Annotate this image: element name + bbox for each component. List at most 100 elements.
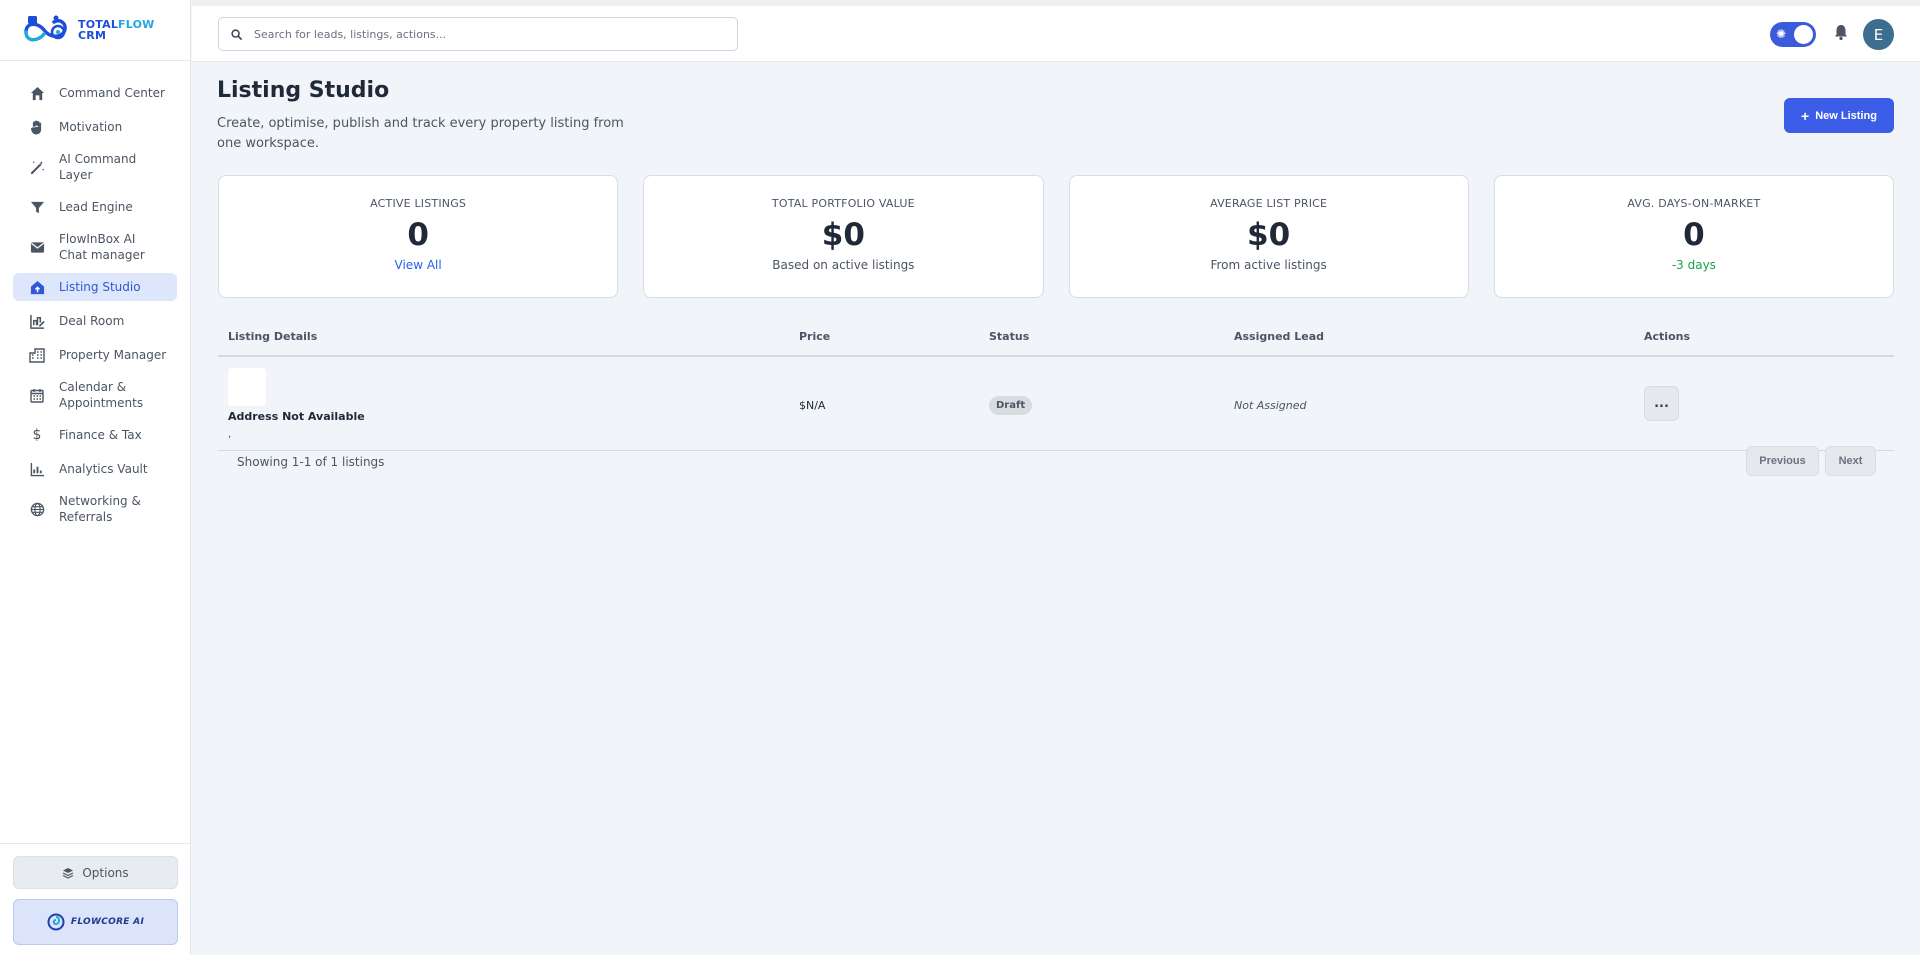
listing-thumbnail — [228, 368, 266, 406]
listing-details-cell: Address Not Available , — [218, 368, 799, 440]
stat-card-days-on-market: AVG. DAYS-ON-MARKET 0 -3 days — [1493, 175, 1894, 298]
stat-label: ACTIVE LISTINGS — [370, 197, 467, 210]
globe-icon — [29, 501, 45, 517]
sidebar-item-label: Deal Room — [59, 314, 125, 328]
chart-icon — [29, 461, 45, 477]
sidebar-item-label: Networking & Referrals — [59, 494, 141, 524]
previous-page-button[interactable]: Previous — [1746, 446, 1819, 476]
user-avatar[interactable]: E — [1863, 19, 1894, 50]
sidebar: TOTALFLOW CRM Command Center Motivation … — [0, 0, 191, 955]
stat-value: $0 — [821, 217, 865, 253]
new-listing-button[interactable]: + New Listing — [1784, 98, 1894, 133]
flowcore-ai-button[interactable]: FLOWCORE AI — [13, 899, 178, 945]
brand-line2: CRM — [78, 29, 107, 42]
sidebar-item-finance-tax[interactable]: $ Finance & Tax — [13, 421, 177, 449]
sidebar-item-label: AI Command Layer — [59, 152, 137, 182]
totalflow-logo-icon — [24, 15, 67, 42]
stat-label: AVG. DAYS-ON-MARKET — [1627, 197, 1761, 210]
stat-footnote: Based on active listings — [772, 258, 915, 272]
pagination-summary: Showing 1-1 of 1 listings — [237, 455, 385, 469]
stat-card-average-price: AVERAGE LIST PRICE $0 From active listin… — [1068, 175, 1469, 298]
column-header-actions: Actions — [1644, 330, 1690, 343]
sidebar-item-label: Listing Studio — [59, 280, 141, 294]
sidebar-item-label: Analytics Vault — [59, 462, 148, 476]
new-listing-label: New Listing — [1815, 109, 1877, 122]
search-box[interactable] — [218, 17, 738, 51]
brand-line1b: FLOW — [118, 18, 155, 31]
theme-toggle[interactable]: ✺ — [1770, 22, 1816, 47]
table-row[interactable]: Address Not Available , $N/A Draft Not A… — [218, 357, 1894, 451]
stat-value: 0 — [407, 217, 429, 253]
building-icon — [29, 347, 45, 363]
pagination: Showing 1-1 of 1 listings Previous Next — [218, 445, 1894, 479]
sidebar-item-listing-studio[interactable]: Listing Studio — [13, 273, 177, 301]
options-button[interactable]: Options — [13, 856, 178, 889]
mail-icon — [29, 239, 45, 255]
deal-icon — [29, 313, 45, 329]
listings-table: Listing Details Price Status Assigned Le… — [218, 318, 1894, 451]
top-bar: ✺ E — [192, 0, 1920, 62]
row-actions-button[interactable]: ... — [1644, 386, 1679, 421]
sidebar-item-label: Lead Engine — [59, 200, 133, 214]
brand-logo[interactable]: TOTALFLOW CRM — [0, 0, 190, 61]
column-header-listing-details[interactable]: Listing Details — [218, 330, 799, 343]
sidebar-item-label: Finance & Tax — [59, 428, 142, 442]
sidebar-item-networking[interactable]: Networking & Referrals — [13, 489, 177, 529]
view-all-link[interactable]: View All — [395, 258, 442, 272]
stat-value: 0 — [1683, 217, 1705, 253]
stat-label: AVERAGE LIST PRICE — [1210, 197, 1328, 210]
sidebar-nav: Command Center Motivation AI Command Lay… — [0, 61, 190, 529]
listing-address-line2: , — [228, 429, 232, 440]
toggle-knob — [1794, 25, 1813, 44]
sidebar-item-label: FlowInBox AI Chat manager — [59, 232, 145, 262]
brand-name: TOTALFLOW CRM — [78, 19, 154, 41]
sidebar-item-deal-room[interactable]: Deal Room — [13, 307, 177, 335]
notification-bell-icon[interactable] — [1832, 23, 1852, 43]
sidebar-item-label: Motivation — [59, 120, 123, 134]
search-input[interactable] — [254, 27, 734, 41]
column-header-price[interactable]: Price — [799, 330, 989, 343]
next-page-button[interactable]: Next — [1825, 446, 1876, 476]
page-subtitle: Create, optimise, publish and track ever… — [217, 116, 624, 151]
stat-footnote: From active listings — [1210, 258, 1327, 272]
sidebar-item-motivation[interactable]: Motivation — [13, 113, 177, 141]
listing-price: $N/A — [799, 399, 826, 412]
stat-card-portfolio-value: TOTAL PORTFOLIO VALUE $0 Based on active… — [643, 175, 1044, 298]
flowcore-swirl-icon — [47, 913, 65, 931]
main-content: Listing Studio Create, optimise, publish… — [192, 62, 1920, 955]
options-label: Options — [82, 865, 129, 880]
stat-value: $0 — [1247, 217, 1291, 253]
sidebar-item-calendar[interactable]: Calendar & Appointments — [13, 375, 177, 415]
dollar-icon: $ — [32, 427, 42, 443]
table-header: Listing Details Price Status Assigned Le… — [218, 318, 1894, 357]
stat-card-active-listings: ACTIVE LISTINGS 0 View All — [218, 175, 619, 298]
column-header-assigned-lead[interactable]: Assigned Lead — [1234, 330, 1644, 343]
house-upload-icon — [29, 279, 45, 295]
stat-trend: -3 days — [1671, 258, 1716, 272]
sidebar-item-property-manager[interactable]: Property Manager — [13, 341, 177, 369]
sidebar-item-label: Property Manager — [59, 348, 167, 362]
sidebar-item-command-center[interactable]: Command Center — [13, 79, 177, 107]
flowcore-label: FLOWCORE AI — [70, 917, 145, 927]
home-icon — [29, 85, 45, 101]
magic-wand-icon — [29, 159, 45, 175]
page-title: Listing Studio — [217, 78, 390, 103]
status-badge: Draft — [989, 395, 1033, 415]
assigned-lead: Not Assigned — [1234, 399, 1307, 412]
column-header-status[interactable]: Status — [989, 330, 1234, 343]
funnel-icon — [29, 199, 45, 215]
sidebar-item-label: Calendar & Appointments — [59, 380, 144, 410]
sidebar-item-analytics-vault[interactable]: Analytics Vault — [13, 455, 177, 483]
layers-icon — [63, 867, 74, 879]
plus-icon: + — [1801, 107, 1810, 124]
search-icon — [231, 28, 242, 40]
calendar-icon — [29, 387, 45, 403]
listing-address: Address Not Available — [228, 410, 365, 423]
sidebar-footer: Options FLOWCORE AI — [0, 843, 191, 955]
stat-label: TOTAL PORTFOLIO VALUE — [771, 197, 915, 210]
sidebar-item-ai-command-layer[interactable]: AI Command Layer — [13, 147, 177, 187]
sidebar-item-lead-engine[interactable]: Lead Engine — [13, 193, 177, 221]
sidebar-item-flowinbox[interactable]: FlowInBox AI Chat manager — [13, 227, 177, 267]
hand-icon — [29, 119, 45, 135]
sun-icon: ✺ — [1776, 27, 1787, 41]
